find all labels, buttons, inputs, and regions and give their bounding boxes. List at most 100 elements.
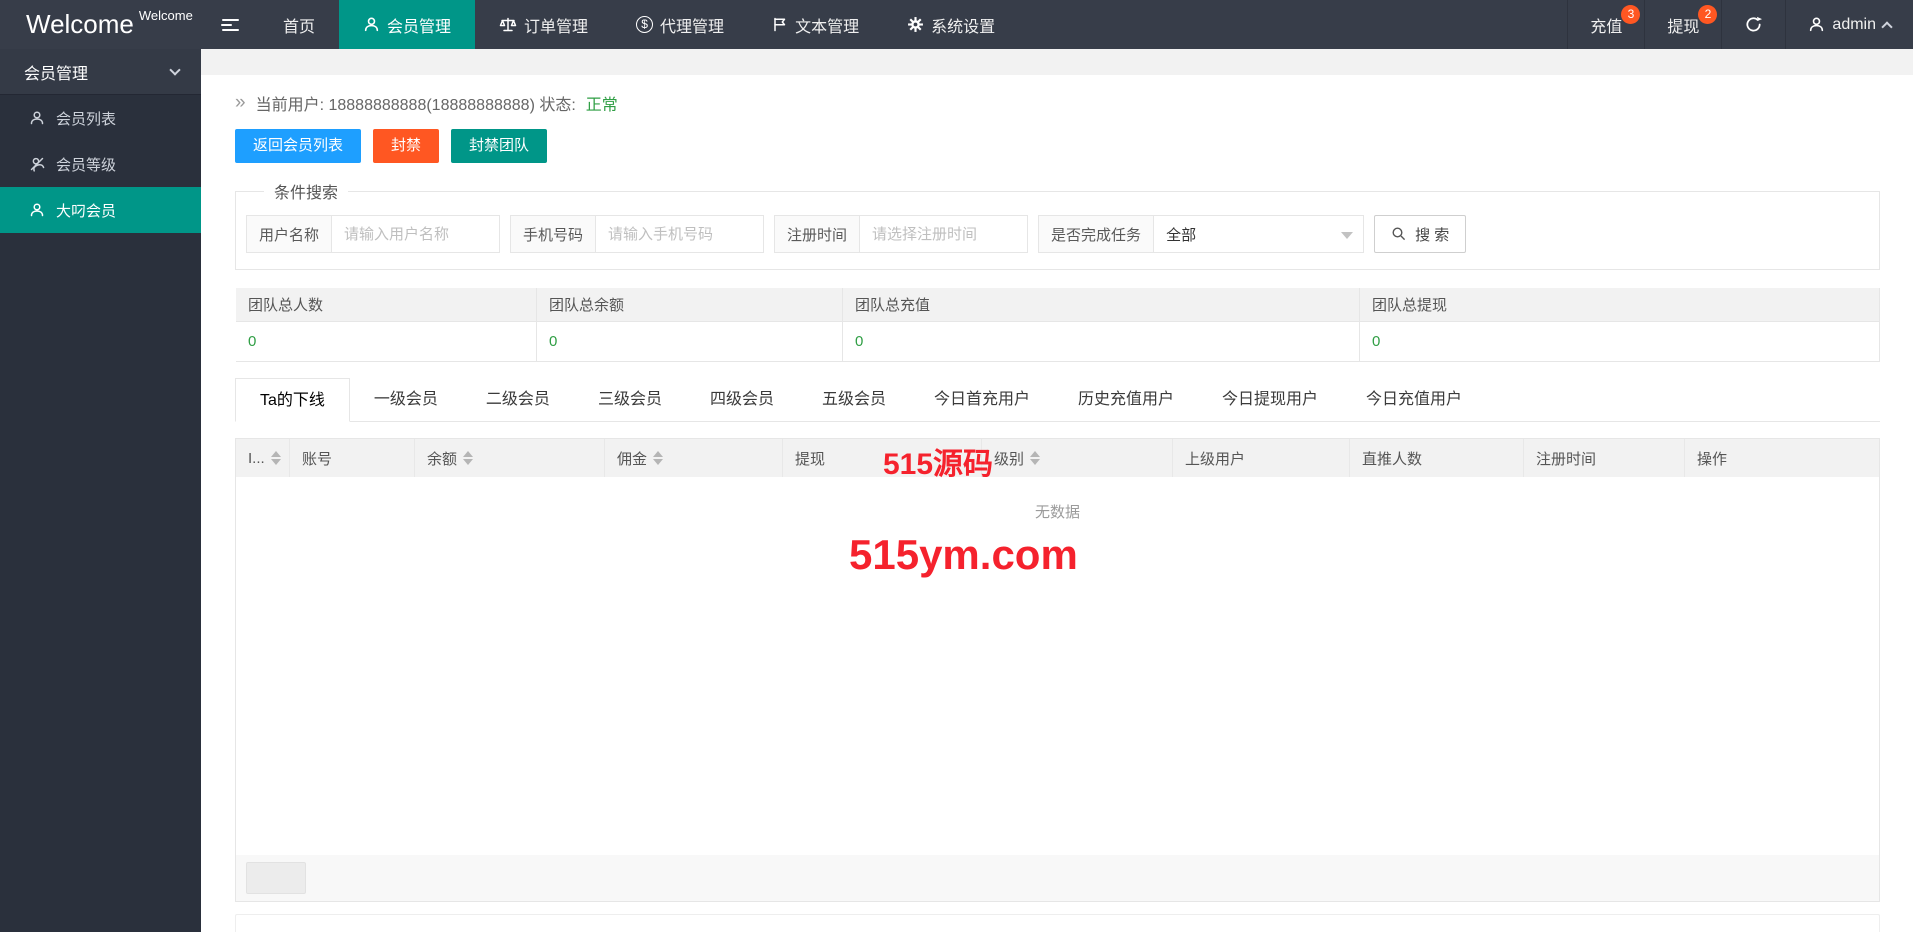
- sort-icon[interactable]: [270, 451, 281, 465]
- select-caret-icon: [1341, 232, 1354, 239]
- member-list-icon: [30, 111, 44, 125]
- pager-size-box[interactable]: [246, 862, 306, 894]
- col-label: 上级用户: [1185, 450, 1246, 468]
- col-label: 余额: [427, 450, 458, 468]
- col-parent-user: 上级用户: [1173, 439, 1350, 477]
- logo-superscript: Welcome: [138, 8, 193, 23]
- nav-home-label: 首页: [283, 18, 316, 36]
- user-menu[interactable]: admin: [1785, 0, 1913, 49]
- phone-input[interactable]: [596, 215, 765, 253]
- col-label: 操作: [1697, 450, 1728, 468]
- watermark-top: 515源码: [883, 448, 994, 481]
- tab-level-2[interactable]: 二级会员: [462, 378, 574, 421]
- username-input[interactable]: [332, 215, 501, 253]
- search-legend: 条件搜索: [274, 185, 339, 202]
- bottom-bar: [235, 914, 1880, 932]
- nav-text-label: 文本管理: [795, 18, 860, 36]
- back-to-member-list-button[interactable]: 返回会员列表: [235, 129, 362, 163]
- tab-level-5[interactable]: 五级会员: [798, 378, 910, 421]
- stat-value: 0: [537, 322, 842, 362]
- sidebar-item-big-member[interactable]: 大叼会员: [0, 187, 201, 233]
- top-nav: 首页 会员管理 订单管理 $ 代理管理 文本管理 系统设置: [259, 0, 1019, 49]
- nav-members[interactable]: 会员管理: [339, 0, 476, 49]
- col-label: 账号: [302, 450, 333, 468]
- user-icon: [1810, 17, 1824, 32]
- order-scales-icon: [499, 17, 517, 32]
- sidebar-item-label: 会员等级: [56, 156, 117, 174]
- sort-icon[interactable]: [653, 451, 664, 465]
- tab-today-first-recharge[interactable]: 今日首充用户: [910, 378, 1054, 421]
- stat-team-total-balance: 团队总余额 0: [537, 288, 843, 362]
- task-complete-field-group: 是否完成任务 全部: [1038, 215, 1365, 253]
- tab-level-4[interactable]: 四级会员: [686, 378, 798, 421]
- sidebar-item-member-level[interactable]: 会员等级: [0, 141, 201, 187]
- stat-team-total-withdraw: 团队总提现 0: [1360, 288, 1880, 362]
- col-label: 提现: [795, 450, 826, 468]
- text-flag-icon: [774, 17, 786, 32]
- username-label: 用户名称: [246, 215, 333, 253]
- main-top-strip: [201, 49, 1913, 75]
- stat-title: 团队总充值: [843, 288, 1359, 322]
- stat-value: 0: [236, 322, 536, 362]
- logo-text: Welcome: [26, 9, 134, 39]
- ban-button[interactable]: 封禁: [373, 129, 440, 163]
- tab-history-recharge-users[interactable]: 历史充值用户: [1054, 378, 1198, 421]
- nav-agents[interactable]: $ 代理管理: [612, 0, 748, 49]
- content: » 当前用户: 18888888888(18888888888) 状态: 正常 …: [235, 91, 1880, 932]
- task-complete-select[interactable]: 全部: [1154, 215, 1365, 253]
- phone-field-group: 手机号码: [510, 215, 765, 253]
- col-level[interactable]: 级别: [982, 439, 1173, 477]
- sort-icon[interactable]: [1030, 451, 1041, 465]
- col-label: I...: [248, 449, 265, 467]
- sidebar-item-member-list[interactable]: 会员列表: [0, 95, 201, 141]
- username-field-group: 用户名称: [246, 215, 501, 253]
- pagination-strip: [236, 855, 1879, 901]
- main-area: » 当前用户: 18888888888(18888888888) 状态: 正常 …: [201, 49, 1913, 932]
- tab-today-recharge-users[interactable]: 今日充值用户: [1342, 378, 1486, 421]
- col-label: 级别: [994, 450, 1025, 468]
- nav-orders-label: 订单管理: [524, 18, 589, 36]
- tab-level-1[interactable]: 一级会员: [350, 378, 462, 421]
- tab-ta-downline[interactable]: Ta的下线: [235, 378, 350, 422]
- nav-home[interactable]: 首页: [259, 0, 339, 49]
- nav-orders[interactable]: 订单管理: [475, 0, 612, 49]
- stat-team-total-members: 团队总人数 0: [235, 288, 537, 362]
- col-commission[interactable]: 佣金: [605, 439, 783, 477]
- sidebar-group-members[interactable]: 会员管理: [0, 49, 201, 95]
- watermark-middle: 515ym.com: [849, 531, 1078, 578]
- stat-title: 团队总人数: [236, 288, 536, 322]
- sidebar-group-label: 会员管理: [24, 65, 89, 83]
- col-operations: 操作: [1685, 439, 1879, 477]
- current-user-text: 当前用户: 18888888888(18888888888) 状态:: [255, 97, 576, 114]
- member-level-icon: [30, 157, 45, 172]
- member-icon: [30, 203, 44, 217]
- breadcrumb: » 当前用户: 18888888888(18888888888) 状态: 正常: [235, 91, 1880, 115]
- nav-settings[interactable]: 系统设置: [883, 0, 1019, 49]
- tab-today-withdraw-users[interactable]: 今日提现用户: [1198, 378, 1342, 421]
- search-button[interactable]: 搜 索: [1374, 215, 1467, 253]
- sidebar-item-label: 会员列表: [56, 110, 117, 128]
- register-time-input[interactable]: [860, 215, 1029, 253]
- register-time-label: 注册时间: [774, 215, 861, 253]
- tab-level-3[interactable]: 三级会员: [574, 378, 686, 421]
- col-label: 直推人数: [1362, 450, 1423, 468]
- col-id[interactable]: I...: [236, 439, 290, 477]
- recharge-label: 充值: [1590, 18, 1623, 36]
- breadcrumb-icon: »: [235, 92, 246, 113]
- col-balance[interactable]: 余额: [415, 439, 605, 477]
- recharge-button[interactable]: 充值 3: [1567, 0, 1644, 49]
- refresh-button[interactable]: [1721, 0, 1785, 49]
- stat-team-total-recharge: 团队总充值 0: [843, 288, 1360, 362]
- col-label: 注册时间: [1536, 450, 1597, 468]
- chevron-down-icon: [169, 64, 181, 76]
- withdraw-button[interactable]: 提现 2: [1644, 0, 1721, 49]
- member-tabs: Ta的下线 一级会员 二级会员 三级会员 四级会员 五级会员 今日首充用户 历史…: [235, 378, 1880, 422]
- search-button-label: 搜 索: [1415, 226, 1450, 244]
- ban-team-button[interactable]: 封禁团队: [451, 129, 548, 163]
- stat-title: 团队总提现: [1360, 288, 1879, 322]
- status-badge: 正常: [585, 97, 618, 114]
- sort-icon[interactable]: [463, 451, 474, 465]
- task-complete-label: 是否完成任务: [1038, 215, 1155, 253]
- nav-text[interactable]: 文本管理: [748, 0, 883, 49]
- sidebar-collapse-icon[interactable]: [201, 0, 259, 49]
